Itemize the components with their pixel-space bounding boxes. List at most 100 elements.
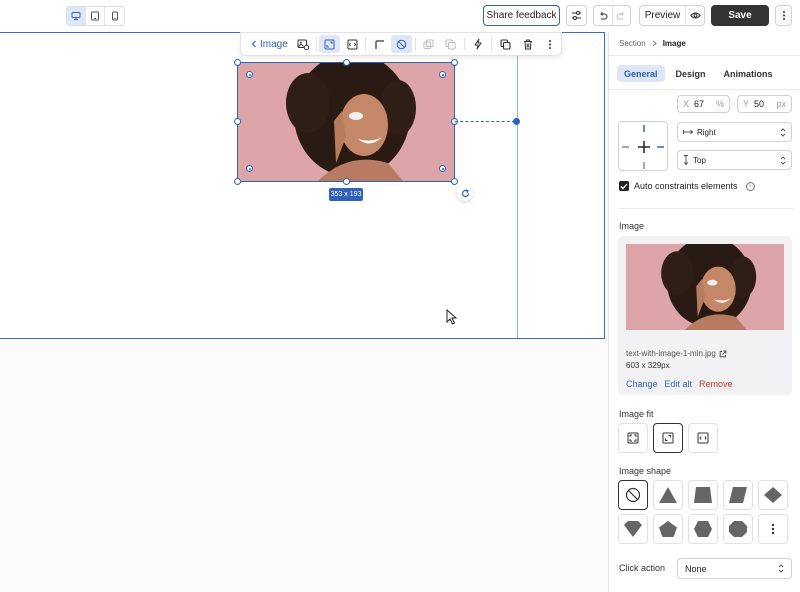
layers-button[interactable]: [440, 35, 461, 53]
alignment-guide: [517, 32, 518, 338]
image-heading: Image: [619, 221, 645, 231]
tab-general[interactable]: General: [617, 65, 665, 82]
vertical-constraint-value: Top: [693, 155, 706, 165]
divider: [609, 55, 800, 56]
resize-handle-top-right[interactable]: [451, 59, 458, 66]
image-thumbnail[interactable]: [626, 244, 784, 330]
duplicate-button[interactable]: [418, 35, 439, 53]
x-position-field[interactable]: X 67 %: [677, 95, 730, 113]
crop-handle-bottom-right[interactable]: [439, 165, 446, 172]
desktop-view-button[interactable]: [67, 7, 86, 25]
preview-button[interactable]: Preview: [640, 6, 686, 25]
image-fit-options: [618, 423, 718, 453]
settings-button[interactable]: [566, 5, 587, 26]
divider: [619, 208, 793, 209]
fit-width-icon: [697, 432, 709, 444]
check-icon: [620, 183, 628, 189]
auto-constraints-row: Auto constraints elements i: [619, 181, 755, 191]
shape-trapezoid-button[interactable]: [688, 480, 718, 510]
horizontal-constraint-select[interactable]: Right: [677, 122, 792, 142]
tab-design[interactable]: Design: [669, 65, 713, 82]
pentagon-down-icon: [624, 521, 642, 537]
tab-animations[interactable]: Animations: [717, 65, 780, 82]
resize-handle-bottom-right[interactable]: [451, 178, 458, 185]
shape-diamond-button[interactable]: [758, 480, 788, 510]
save-button[interactable]: Save: [711, 5, 769, 26]
redo-button[interactable]: [613, 6, 631, 25]
shape-hexagon-button[interactable]: [688, 514, 718, 544]
interaction-button[interactable]: [468, 35, 489, 53]
element-toolbar: Image: [240, 32, 562, 56]
preview-eye-button[interactable]: [686, 6, 704, 25]
anchor-crosshair-icon: [622, 125, 664, 169]
resize-handle-top[interactable]: [343, 59, 350, 66]
image-dimensions: 603 x 329px: [626, 361, 670, 370]
y-unit: px: [776, 99, 786, 109]
chevron-left-icon: [251, 40, 256, 48]
shape-octagon-button[interactable]: [723, 514, 753, 544]
preview-controls: Preview: [639, 5, 705, 26]
horizontal-constraint-value: Right: [697, 127, 716, 137]
fit-contain-button[interactable]: [618, 423, 648, 453]
shape-pentagon-button[interactable]: [653, 514, 683, 544]
no-shape-icon: [396, 39, 407, 49]
vertical-arrows-icon: [683, 155, 689, 165]
auto-constraints-checkbox[interactable]: [619, 181, 629, 191]
image-filename[interactable]: text-with-image-1-min.jpg: [626, 349, 727, 358]
rotate-button[interactable]: [457, 185, 473, 201]
shape-triangle-button[interactable]: [653, 480, 683, 510]
shape-parallelogram-button[interactable]: [723, 480, 753, 510]
breadcrumb-section[interactable]: Section: [619, 39, 646, 48]
fit-width-option-button[interactable]: [688, 423, 718, 453]
copy-button[interactable]: [495, 35, 516, 53]
corner-radius-button[interactable]: [369, 35, 390, 53]
constraint-anchor-picker[interactable]: [618, 121, 668, 171]
copy-icon: [500, 38, 511, 50]
shape-none-button[interactable]: [618, 480, 648, 510]
replace-image-icon: [297, 39, 309, 50]
click-action-select[interactable]: None: [677, 558, 792, 579]
back-to-image-button[interactable]: Image: [241, 39, 292, 50]
resize-handle-bottom[interactable]: [343, 178, 350, 185]
no-shape-button[interactable]: [390, 35, 413, 53]
no-shape-icon: [625, 487, 641, 503]
resize-handle-top-left[interactable]: [234, 59, 241, 66]
delete-button[interactable]: [517, 35, 538, 53]
mobile-view-button[interactable]: [105, 7, 124, 25]
more-menu-button[interactable]: [775, 5, 792, 26]
click-action-label: Click action: [619, 563, 666, 573]
duplicate-icon: [423, 39, 434, 49]
vertical-constraint-select[interactable]: Top: [677, 150, 792, 170]
toolbar-divider: [491, 37, 493, 51]
rotate-icon: [461, 188, 469, 197]
fit-width-button[interactable]: [341, 35, 362, 53]
resize-handle-bottom-left[interactable]: [234, 178, 241, 185]
crop-handle-bottom-left[interactable]: [246, 165, 253, 172]
edit-alt-link[interactable]: Edit alt: [665, 379, 693, 389]
trapezoid-icon: [694, 487, 712, 503]
replace-image-button[interactable]: [292, 35, 313, 53]
y-position-field[interactable]: Y 50 px: [737, 95, 792, 113]
constraint-anchor[interactable]: [513, 118, 520, 125]
undo-button[interactable]: [594, 6, 613, 25]
info-icon[interactable]: i: [745, 181, 755, 191]
element-more-button[interactable]: [539, 35, 560, 53]
more-shapes-button[interactable]: [758, 514, 788, 544]
shape-pentagon-down-button[interactable]: [618, 514, 648, 544]
resize-handle-left[interactable]: [234, 118, 241, 125]
crop-handle-top-left[interactable]: [246, 71, 253, 78]
select-chevrons-icon: [778, 564, 784, 573]
tablet-view-button[interactable]: [86, 7, 105, 25]
remove-image-link[interactable]: Remove: [699, 379, 733, 389]
share-feedback-button[interactable]: Share feedback: [483, 5, 560, 26]
crop-handle-top-right[interactable]: [439, 71, 446, 78]
crop-fill-button[interactable]: [319, 35, 341, 53]
selection-outline: [237, 62, 455, 182]
fit-cover-icon: [662, 432, 674, 444]
fit-cover-button[interactable]: [653, 423, 683, 453]
toolbar-divider: [315, 37, 317, 51]
undo-icon: [600, 11, 608, 19]
change-image-link[interactable]: Change: [626, 379, 658, 389]
editor-canvas[interactable]: Image 353 x 193: [0, 32, 608, 592]
parallelogram-icon: [729, 487, 747, 503]
